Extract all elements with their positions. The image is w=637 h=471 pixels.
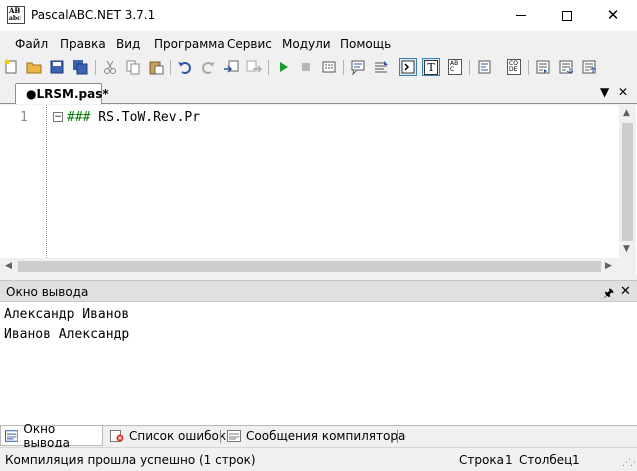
tab-error-list[interactable]: Список ошибок	[106, 426, 226, 446]
toolbar-separator	[95, 60, 96, 75]
scroll-down-icon[interactable]: ▼	[623, 244, 630, 254]
text-icon[interactable]: T	[422, 58, 440, 76]
toolbar: T ABC CO DE	[0, 55, 637, 82]
fold-collapse-icon[interactable]: −	[53, 112, 63, 122]
trace-2-icon[interactable]	[557, 58, 575, 76]
horizontal-scroll-thumb[interactable]	[18, 261, 601, 272]
code-editor[interactable]: 1 − ### RS.ToW.Rev.Pr ▲ ▼ ◀ ▶	[0, 105, 637, 275]
scroll-right-icon[interactable]: ▶	[605, 261, 612, 271]
status-row-value: 1	[505, 453, 513, 467]
output-line: Александр Иванов	[4, 307, 130, 322]
compiler-messages-icon	[227, 430, 241, 442]
horizontal-scrollbar[interactable]: ◀ ▶	[0, 258, 620, 275]
output-line: Иванов Александр	[4, 327, 130, 342]
app-logo-subtext: abc	[9, 15, 21, 22]
menu-view[interactable]: Вид	[116, 37, 140, 51]
trace-3-icon[interactable]	[580, 58, 598, 76]
line-number-gutter: 1	[0, 105, 47, 258]
error-list-icon	[110, 430, 124, 442]
minimize-icon	[516, 15, 526, 16]
cut-icon[interactable]	[101, 58, 119, 76]
menu-file[interactable]: Файл	[15, 37, 48, 51]
status-row-label: Строка	[459, 453, 504, 467]
toolbar-separator	[343, 60, 344, 75]
minimize-button[interactable]	[498, 0, 544, 31]
code-text: RS.ToW.Rev.Pr	[90, 110, 201, 125]
tab-separator	[397, 430, 398, 443]
run-icon[interactable]	[274, 58, 292, 76]
maximize-button[interactable]	[544, 0, 590, 31]
paste-icon[interactable]	[147, 58, 165, 76]
title-bar: AB abc PascalABC.NET 3.7.1 ✕	[0, 0, 637, 31]
menu-modules[interactable]: Модули	[282, 37, 331, 51]
save-all-icon[interactable]	[71, 58, 89, 76]
export-icon[interactable]	[245, 58, 263, 76]
app-logo-text: AB	[9, 6, 21, 15]
save-icon[interactable]	[48, 58, 66, 76]
app-logo-icon[interactable]: AB abc	[7, 6, 25, 24]
status-message: Компиляция прошла успешно (1 строк)	[5, 453, 256, 467]
menu-bar: Файл Правка Вид Программа Сервис Модули …	[0, 31, 637, 55]
close-button[interactable]: ✕	[590, 0, 636, 31]
tab-lrsm-pas[interactable]: ●LRSM.pas*	[15, 83, 109, 104]
output-panel-header: Окно вывода 🖈 ✕	[0, 280, 637, 301]
bottom-tab-strip: Окно вывода Список ошибок Сообщения комп…	[0, 422, 637, 450]
scroll-corner	[619, 258, 636, 275]
output-panel-title: Окно вывода	[6, 285, 89, 299]
close-panel-icon[interactable]: ✕	[620, 284, 631, 299]
text-icon-label: T	[424, 59, 438, 75]
tab-output-window-label: Окно вывода	[23, 421, 70, 450]
trace-1-icon[interactable]	[534, 58, 552, 76]
new-file-icon[interactable]	[2, 58, 20, 76]
code-icon-label: CO DE	[507, 59, 521, 75]
abc-icon-label: ABC	[448, 59, 462, 75]
tab-compiler-messages-label: Сообщения компилятора	[246, 429, 406, 443]
toolbar-separator	[170, 60, 171, 75]
undo-icon[interactable]	[176, 58, 194, 76]
maximize-icon	[562, 10, 572, 21]
tab-compiler-messages[interactable]: Сообщения компилятора	[223, 426, 405, 446]
menu-program[interactable]: Программа	[154, 37, 225, 51]
status-col-label: Столбец	[519, 453, 573, 467]
close-icon: ✕	[606, 6, 620, 24]
comment-icon[interactable]	[349, 58, 367, 76]
open-folder-icon[interactable]	[25, 58, 43, 76]
toolbar-separator	[268, 60, 269, 75]
import-icon[interactable]	[222, 58, 240, 76]
tab-separator	[220, 430, 221, 443]
scroll-up-icon[interactable]: ▲	[623, 108, 630, 118]
vertical-scrollbar[interactable]: ▲ ▼	[619, 105, 636, 258]
toolbar-separator	[469, 60, 470, 75]
window-title: PascalABC.NET 3.7.1	[31, 8, 156, 22]
chevron-down-icon[interactable]: ▼	[600, 85, 609, 99]
redo-icon[interactable]	[199, 58, 217, 76]
console-icon[interactable]	[399, 58, 417, 76]
menu-service[interactable]: Сервис	[227, 37, 272, 51]
resize-grip-icon[interactable]: ⋰⋰	[622, 458, 637, 468]
uncomment-icon[interactable]	[372, 58, 390, 76]
status-col-value: 1	[572, 453, 580, 467]
output-text-area[interactable]: Александр Иванов Иванов Александр	[0, 301, 637, 425]
code-icon[interactable]: CO DE	[505, 58, 523, 76]
debug-icon[interactable]	[320, 58, 338, 76]
menu-edit[interactable]: Правка	[60, 37, 106, 51]
format-icon[interactable]	[476, 58, 494, 76]
code-directive: ###	[67, 110, 91, 125]
status-bar: Компиляция прошла успешно (1 строк) Стро…	[0, 447, 637, 471]
document-tab-strip: ●LRSM.pas* ▼ ✕	[0, 82, 637, 104]
code-line[interactable]: ### RS.ToW.Rev.Pr	[67, 110, 200, 125]
abc-icon[interactable]: ABC	[446, 58, 464, 76]
toolbar-separator	[528, 60, 529, 75]
scroll-left-icon[interactable]: ◀	[5, 261, 12, 271]
output-window-icon	[5, 429, 19, 442]
line-number: 1	[20, 110, 28, 125]
copy-icon[interactable]	[124, 58, 142, 76]
tab-error-list-label: Список ошибок	[129, 429, 227, 443]
close-tab-icon[interactable]: ✕	[618, 85, 628, 99]
menu-help[interactable]: Помощь	[340, 37, 391, 51]
vertical-scroll-thumb[interactable]	[622, 123, 633, 241]
tab-output-window[interactable]: Окно вывода	[0, 422, 103, 450]
stop-icon[interactable]	[297, 58, 315, 76]
